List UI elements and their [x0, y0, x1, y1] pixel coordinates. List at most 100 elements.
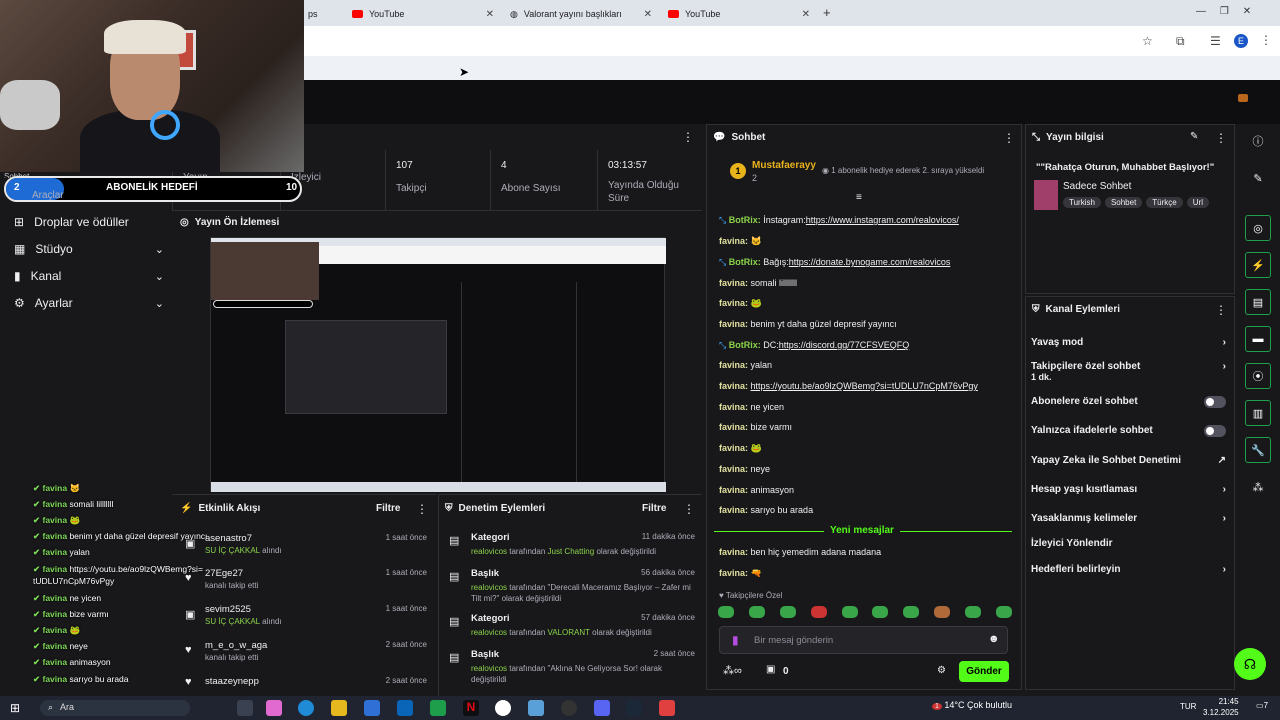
kebab-icon[interactable]: ⋮ — [1215, 303, 1227, 317]
outlook-icon[interactable] — [397, 700, 413, 716]
clock[interactable]: 21:45 3.12.2025 — [1203, 696, 1239, 718]
extensions-icon[interactable]: ⧉ — [1176, 34, 1185, 49]
kebab-icon[interactable]: ⋮ — [416, 502, 428, 516]
gear-icon[interactable]: ⚙ — [937, 665, 946, 676]
sidebar-hidden-item[interactable]: Araçlar — [32, 190, 64, 201]
action-account-age[interactable]: Hesap yaşı kısıtlaması › — [1031, 484, 1226, 495]
kebab-icon[interactable]: ⋮ — [1215, 131, 1227, 145]
preview-toggle-icon[interactable]: ◎ — [1245, 215, 1271, 241]
browser-tab[interactable]: ps — [300, 4, 344, 24]
emote-icon[interactable] — [965, 606, 981, 618]
new-tab-button[interactable]: + — [823, 5, 831, 20]
browser-tab-youtube-2[interactable]: YouTube ✕ — [660, 4, 816, 24]
close-icon[interactable]: ✕ — [644, 9, 652, 20]
info-icon[interactable]: ⓘ — [1242, 128, 1274, 154]
broadcast-icon[interactable]: ⦿ — [1245, 363, 1271, 389]
kebab-icon[interactable]: ⋮ — [1260, 33, 1272, 47]
moderation-filter-button[interactable]: Filtre — [642, 503, 666, 514]
gift-icon[interactable]: ▣ — [766, 664, 775, 675]
steam-icon[interactable] — [626, 700, 642, 716]
store-icon[interactable] — [364, 700, 380, 716]
stream-preview-video[interactable] — [210, 237, 666, 492]
document-icon[interactable]: ▤ — [1245, 289, 1271, 315]
star-icon[interactable]: ☆ — [1142, 34, 1153, 48]
kebab-icon[interactable]: ⋮ — [682, 130, 694, 144]
emote-icon[interactable] — [810, 606, 827, 618]
emoji-icon[interactable]: ☻ — [988, 633, 1000, 645]
user-avatar[interactable] — [1238, 94, 1248, 102]
task-view-icon[interactable] — [237, 700, 253, 716]
app-icon[interactable] — [659, 700, 675, 716]
close-icon[interactable]: ✕ — [486, 9, 494, 20]
emote-icon[interactable] — [872, 606, 889, 618]
chat-message: favina: 🐸 — [719, 443, 762, 453]
tag[interactable]: Url — [1186, 197, 1209, 208]
action-banned-words[interactable]: Yasaklanmış kelimeler › — [1031, 513, 1226, 524]
xbox-icon[interactable] — [430, 700, 446, 716]
toggle-switch[interactable] — [1204, 396, 1226, 408]
tag[interactable]: Türkçe — [1146, 197, 1183, 208]
sidebar-item-channel[interactable]: ▮ Kanal ⌄ — [14, 269, 164, 283]
app-icon[interactable] — [528, 700, 544, 716]
action-followers-only[interactable]: Takipçilere özel sohbet 1 dk. › — [1031, 361, 1226, 382]
activity-filter-button[interactable]: Filtre — [376, 503, 400, 514]
action-raid[interactable]: İzleyici Yönlendir — [1031, 538, 1226, 549]
edit-icon[interactable]: ✎ — [1190, 131, 1198, 142]
points-icon[interactable]: ⁂ — [1242, 474, 1274, 500]
emote-icon[interactable] — [718, 606, 734, 618]
sidebar-item-studio[interactable]: ▦ Stüdyo ⌄ — [14, 242, 164, 256]
discord-icon[interactable] — [594, 700, 610, 716]
obs-icon[interactable] — [561, 700, 577, 716]
overlay-chat-line: ✔ favina benim yt daha güzel depresif ya… — [33, 531, 208, 541]
chat-input[interactable]: ▮ Bir mesaj gönderin ☻ — [719, 626, 1008, 654]
mic-icon[interactable]: ▮ — [732, 633, 739, 647]
expand-icon[interactable]: ≡ — [856, 192, 862, 203]
action-ai-moderation[interactable]: Yapay Zeka ile Sohbet Denetimi ↗ — [1031, 455, 1226, 466]
profile-avatar[interactable]: E — [1234, 34, 1248, 48]
chat-message: favina: 🐱 — [719, 236, 762, 246]
close-icon[interactable]: ✕ — [802, 9, 810, 20]
category-name[interactable]: Sadece Sohbet — [1063, 181, 1131, 192]
action-subscribers-only[interactable]: Abonelere özel sohbet — [1031, 396, 1226, 408]
send-button[interactable]: Gönder — [959, 661, 1009, 682]
emote-icon[interactable] — [779, 606, 796, 618]
tag[interactable]: Turkish — [1063, 197, 1101, 208]
wrench-icon[interactable]: 🔧 — [1245, 437, 1271, 463]
language-indicator[interactable]: TUR — [1180, 702, 1196, 711]
toggle-switch[interactable] — [1204, 425, 1226, 437]
action-goals[interactable]: Hedefleri belirleyin › — [1031, 564, 1226, 575]
emote-icon[interactable] — [748, 606, 765, 618]
points-icon[interactable]: ⁂∞ — [723, 664, 742, 677]
copilot-icon[interactable] — [266, 700, 282, 716]
kebab-icon[interactable]: ⋮ — [1003, 131, 1015, 145]
emote-icon[interactable] — [841, 606, 858, 618]
browser-tab-youtube[interactable]: YouTube ✕ — [344, 4, 500, 24]
weather-widget[interactable]: 1 14°C Çok bulutlu — [932, 700, 1012, 710]
menu-list-icon[interactable]: ☰ — [1210, 34, 1221, 48]
tag[interactable]: Sohbet — [1104, 197, 1143, 208]
action-slow-mode[interactable]: Yavaş mod › — [1031, 337, 1226, 348]
kebab-icon[interactable]: ⋮ — [683, 502, 695, 516]
emote-icon[interactable] — [934, 606, 951, 618]
sidebar-item-settings[interactable]: ⚙ Ayarlar ⌄ — [14, 296, 164, 310]
chat-message: favina: animasyon — [719, 485, 795, 495]
file-explorer-icon[interactable] — [331, 700, 347, 716]
taskbar-search[interactable]: ⌕ Ara — [40, 700, 190, 716]
edge-icon[interactable] — [298, 700, 314, 716]
pinned-user[interactable]: Mustafaerayy — [752, 160, 816, 171]
window-controls[interactable]: — ❐ ✕ — [1196, 6, 1251, 17]
netflix-icon[interactable]: N — [463, 700, 479, 716]
action-emotes-only[interactable]: Yalnızca ifadelerle sohbet — [1031, 425, 1226, 437]
chrome-icon[interactable] — [495, 700, 511, 716]
layout-icon[interactable]: ▥ — [1245, 400, 1271, 426]
support-headset-icon[interactable]: ☊ — [1234, 648, 1266, 680]
windows-start-icon[interactable]: ⊞ — [10, 701, 20, 715]
sidebar-item-drops[interactable]: ⊞ Droplar ve ödüller — [14, 215, 164, 229]
emote-icon[interactable] — [995, 606, 1012, 618]
edit-icon[interactable]: ✎ — [1242, 165, 1274, 191]
chat-icon[interactable]: ▬ — [1245, 326, 1271, 352]
emote-icon[interactable] — [903, 606, 920, 618]
browser-tab-valorant[interactable]: ◍ Valorant yayını başlıkları ✕ — [502, 4, 658, 24]
notification-icon[interactable]: ▭7 — [1256, 701, 1268, 710]
lightning-icon[interactable]: ⚡ — [1245, 252, 1271, 278]
